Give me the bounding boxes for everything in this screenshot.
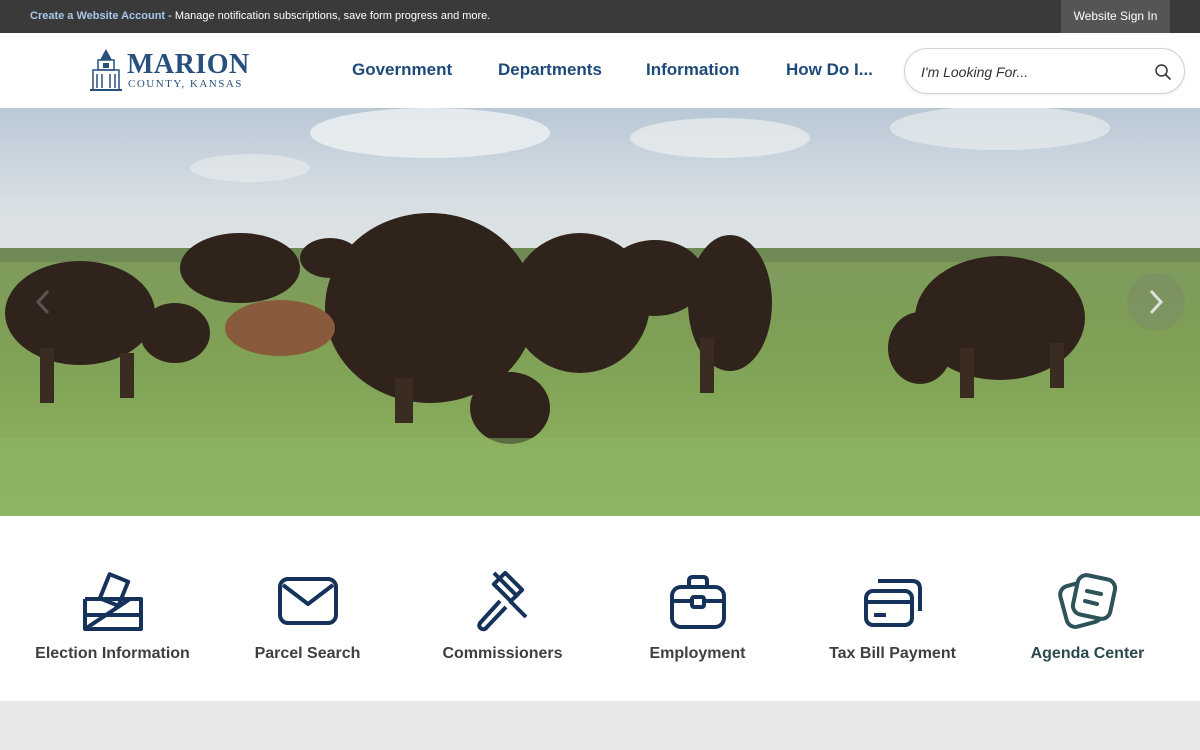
nav-how-do-i[interactable]: How Do I... [786,60,873,80]
quick-link-parcel-search[interactable]: Parcel Search [210,571,405,681]
nav-government[interactable]: Government [352,60,452,80]
hero-banner [0,108,1200,516]
quick-link-election-information[interactable]: Election Information [15,571,210,681]
footer-band [0,701,1200,750]
account-message: Create a Website Account - Manage notifi… [30,10,490,22]
site-header: MARION COUNTY, KANSAS Government Departm… [0,33,1200,108]
logo-subtitle: COUNTY, KANSAS [128,78,243,90]
chevron-right-icon [1149,289,1164,315]
quick-link-employment[interactable]: Employment [600,571,795,681]
chevron-left-icon [35,289,50,315]
quick-link-label: Election Information [35,645,190,662]
logo-title: MARION [127,49,250,80]
quick-links: Election Information Parcel Search Commi… [0,516,1200,701]
quick-link-label: Employment [649,645,746,662]
quick-link-label: Commissioners [442,645,563,662]
notes-icon [1058,573,1118,629]
nav-information[interactable]: Information [646,60,740,80]
quick-link-label: Parcel Search [254,645,361,662]
ballot-box-icon [83,572,143,631]
site-logo[interactable]: MARION COUNTY, KANSAS [90,46,250,92]
courthouse-icon [90,49,122,91]
envelope-icon [278,577,338,625]
utility-bar: Create a Website Account - Manage notifi… [0,0,1200,33]
create-account-link[interactable]: Create a Website Account [30,10,165,22]
gavel-icon [477,571,528,632]
search-icon[interactable] [1154,63,1172,81]
quick-link-agenda-center[interactable]: Agenda Center [990,571,1185,681]
quick-link-label: Agenda Center [1030,645,1145,662]
search-input[interactable] [921,61,1141,83]
nav-departments[interactable]: Departments [498,60,602,80]
quick-link-label: Tax Bill Payment [829,645,956,662]
quick-link-commissioners[interactable]: Commissioners [405,571,600,681]
hero-image [0,108,1200,516]
hero-prev-button[interactable] [14,273,72,331]
account-message-text: - Manage notification subscriptions, sav… [165,10,491,22]
search-box [904,48,1185,94]
hero-next-button[interactable] [1127,273,1185,331]
briefcase-icon [670,575,726,629]
credit-card-icon [864,579,922,627]
quick-link-tax-bill-payment[interactable]: Tax Bill Payment [795,571,990,681]
website-sign-in-button[interactable]: Website Sign In [1061,0,1170,33]
